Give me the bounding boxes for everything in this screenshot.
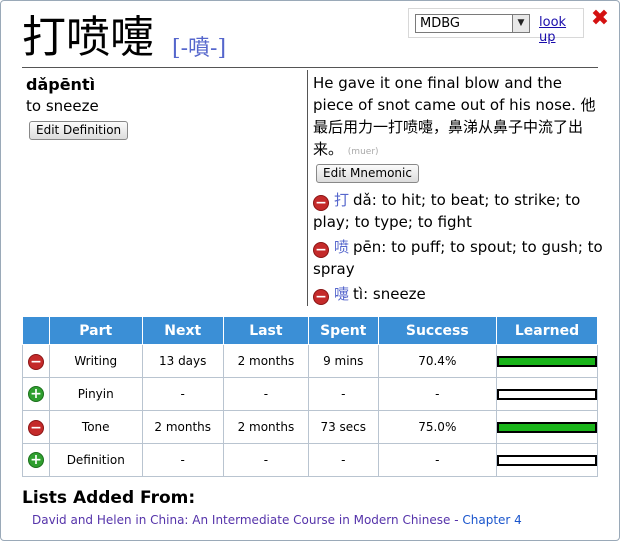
icon-column-header xyxy=(22,316,50,345)
remove-icon[interactable]: − xyxy=(313,195,329,211)
component-char: 喷 xyxy=(334,238,350,256)
lookup-panel: MDBG ▼ look up xyxy=(408,8,584,45)
dictionary-select-value: MDBG xyxy=(420,16,460,31)
cell-next: 2 months xyxy=(141,410,224,444)
cell-part: Writing xyxy=(48,344,143,378)
row-action-cell: − xyxy=(22,410,50,444)
chevron-down-icon[interactable]: ▼ xyxy=(512,15,529,32)
lists-heading: Lists Added From: xyxy=(22,488,196,508)
remove-icon[interactable]: − xyxy=(313,289,329,305)
cell-next: - xyxy=(141,377,224,411)
component-pinyin: tì xyxy=(353,285,364,303)
divider xyxy=(22,67,598,68)
learned-progress-fill xyxy=(499,424,595,431)
cell-next: 13 days xyxy=(141,344,224,378)
table-row: − Tone 2 months 2 months 73 secs 75.0% xyxy=(22,410,598,444)
component-pinyin: dǎ xyxy=(353,191,372,209)
cell-last: - xyxy=(222,377,309,411)
traditional-form: [-噴-] xyxy=(172,36,227,61)
column-divider xyxy=(307,70,308,306)
cell-part: Tone xyxy=(48,410,143,444)
column-header: Part xyxy=(48,316,143,345)
component-row: − 嚏 tì: sneeze xyxy=(313,283,603,305)
add-icon[interactable]: + xyxy=(27,452,44,468)
learned-progress-bar xyxy=(497,356,597,367)
remove-icon[interactable]: − xyxy=(27,419,44,436)
mnemonic-text: He gave it one final blow and the piece … xyxy=(313,74,596,158)
learned-progress-bar xyxy=(497,389,597,400)
cell-next: - xyxy=(141,443,224,477)
row-action-cell: − xyxy=(22,344,50,378)
cell-last: 2 months xyxy=(222,410,309,444)
headword: 打喷嚏 xyxy=(22,12,154,63)
edit-definition-button[interactable]: Edit Definition xyxy=(29,121,129,140)
cell-part: Pinyin xyxy=(48,377,143,411)
remove-icon[interactable]: − xyxy=(27,353,44,370)
learned-progress-bar xyxy=(497,422,597,433)
book-link[interactable]: David and Helen in China: An Intermediat… xyxy=(32,513,450,527)
definition: to sneeze xyxy=(26,97,99,115)
add-icon[interactable]: + xyxy=(27,386,44,402)
column-header: Last xyxy=(222,316,309,345)
cell-part: Definition xyxy=(48,443,143,477)
cell-success: - xyxy=(377,377,498,411)
table-row: + Pinyin - - - - xyxy=(22,377,598,411)
cell-spent: - xyxy=(307,377,379,411)
edit-mnemonic-button[interactable]: Edit Mnemonic xyxy=(316,164,419,183)
learned-progress-bar xyxy=(497,455,597,466)
component-row: − 打 dǎ: to hit; to beat; to strike; to pla… xyxy=(313,191,581,231)
cell-spent: 9 mins xyxy=(307,344,379,378)
cell-success: - xyxy=(377,443,498,477)
column-header: Success xyxy=(377,316,498,345)
cell-spent: 73 secs xyxy=(307,410,379,444)
close-icon[interactable]: ✖ xyxy=(589,8,611,30)
row-action-cell: + xyxy=(22,443,50,477)
cell-success: 75.0% xyxy=(377,410,498,444)
separator: - xyxy=(454,513,459,527)
component-pinyin: pēn xyxy=(353,238,382,256)
pinyin: dǎpēntì xyxy=(26,75,96,94)
chapter-link[interactable]: Chapter 4 xyxy=(462,513,521,527)
cell-spent: - xyxy=(307,443,379,477)
column-header: Next xyxy=(141,316,224,345)
cell-learned xyxy=(496,443,598,477)
mnemonic: He gave it one final blow and the piece … xyxy=(313,72,603,163)
mnemonic-credit: (muer) xyxy=(347,147,379,157)
component-meaning: sneeze xyxy=(372,285,426,303)
component-char: 嚏 xyxy=(334,285,350,303)
list-source: David and Helen in China: An Intermediat… xyxy=(32,513,522,527)
look-up-link[interactable]: look up xyxy=(539,15,583,45)
component-row: − 喷 pēn: to puff; to spout; to gush; to sp… xyxy=(313,238,603,278)
table-row: + Definition - - - - xyxy=(22,443,598,477)
column-header: Learned xyxy=(496,316,598,345)
cell-learned xyxy=(496,344,598,378)
component-char: 打 xyxy=(334,191,350,209)
learned-progress-fill xyxy=(499,358,595,365)
dictionary-select[interactable]: MDBG ▼ xyxy=(415,14,530,33)
row-action-cell: + xyxy=(22,377,50,411)
cell-last: 2 months xyxy=(222,344,309,378)
cell-learned xyxy=(496,377,598,411)
table-row: − Writing 13 days 2 months 9 mins 70.4% xyxy=(22,344,598,378)
column-header: Spent xyxy=(307,316,379,345)
progress-table: Part Next Last Spent Success Learned − Wr… xyxy=(22,316,598,477)
remove-icon[interactable]: − xyxy=(313,242,329,258)
cell-success: 70.4% xyxy=(377,344,498,378)
table-header-row: Part Next Last Spent Success Learned xyxy=(22,316,598,345)
cell-learned xyxy=(496,410,598,444)
cell-last: - xyxy=(222,443,309,477)
